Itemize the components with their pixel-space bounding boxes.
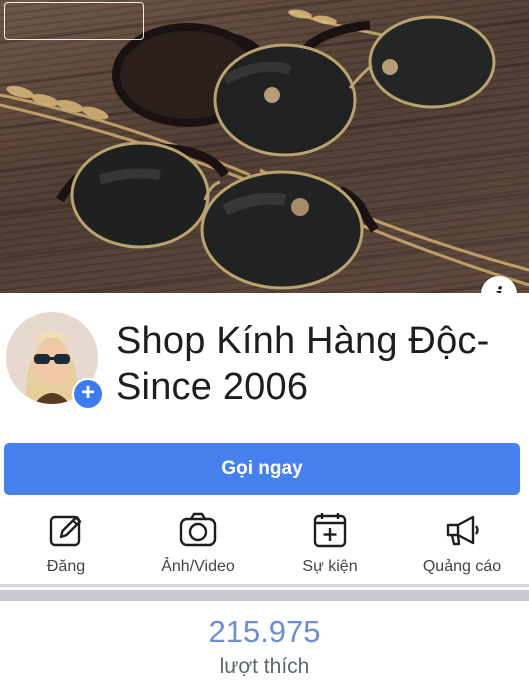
plus-icon: + — [80, 379, 95, 406]
post-action[interactable]: Đăng — [0, 510, 132, 580]
likes-count[interactable]: 215.975 — [0, 614, 529, 650]
advertise-action[interactable]: Quảng cáo — [396, 510, 528, 580]
page-title: Shop Kính Hàng Độc-Since 2006 — [116, 320, 490, 408]
event-action[interactable]: Sự kiện — [264, 510, 396, 580]
likes-label: lượt thích — [219, 655, 310, 678]
photo-video-action-label: Ảnh/Video — [161, 558, 235, 575]
cover-overlay-tab[interactable] — [4, 2, 144, 40]
post-action-label: Đăng — [46, 558, 86, 575]
megaphone-icon — [446, 515, 479, 546]
add-profile-photo-button[interactable]: + — [72, 378, 104, 410]
photo-video-action[interactable]: Ảnh/Video — [132, 510, 264, 580]
edit-icon — [49, 515, 82, 547]
camera-icon — [179, 512, 217, 547]
info-icon: i — [495, 282, 503, 293]
advertise-action-label: Quảng cáo — [422, 558, 502, 575]
calendar-plus-icon — [313, 513, 347, 548]
event-action-label: Sự kiện — [302, 558, 358, 575]
section-separator — [0, 590, 529, 601]
section-divider — [0, 584, 529, 587]
call-now-button[interactable]: Gọi ngay — [4, 443, 520, 495]
action-bar: Đăng Ảnh/Video Sự kiện Quảng cáo — [0, 510, 529, 580]
sunglasses-image — [0, 9, 529, 290]
cover-photo[interactable]: i — [0, 0, 529, 293]
